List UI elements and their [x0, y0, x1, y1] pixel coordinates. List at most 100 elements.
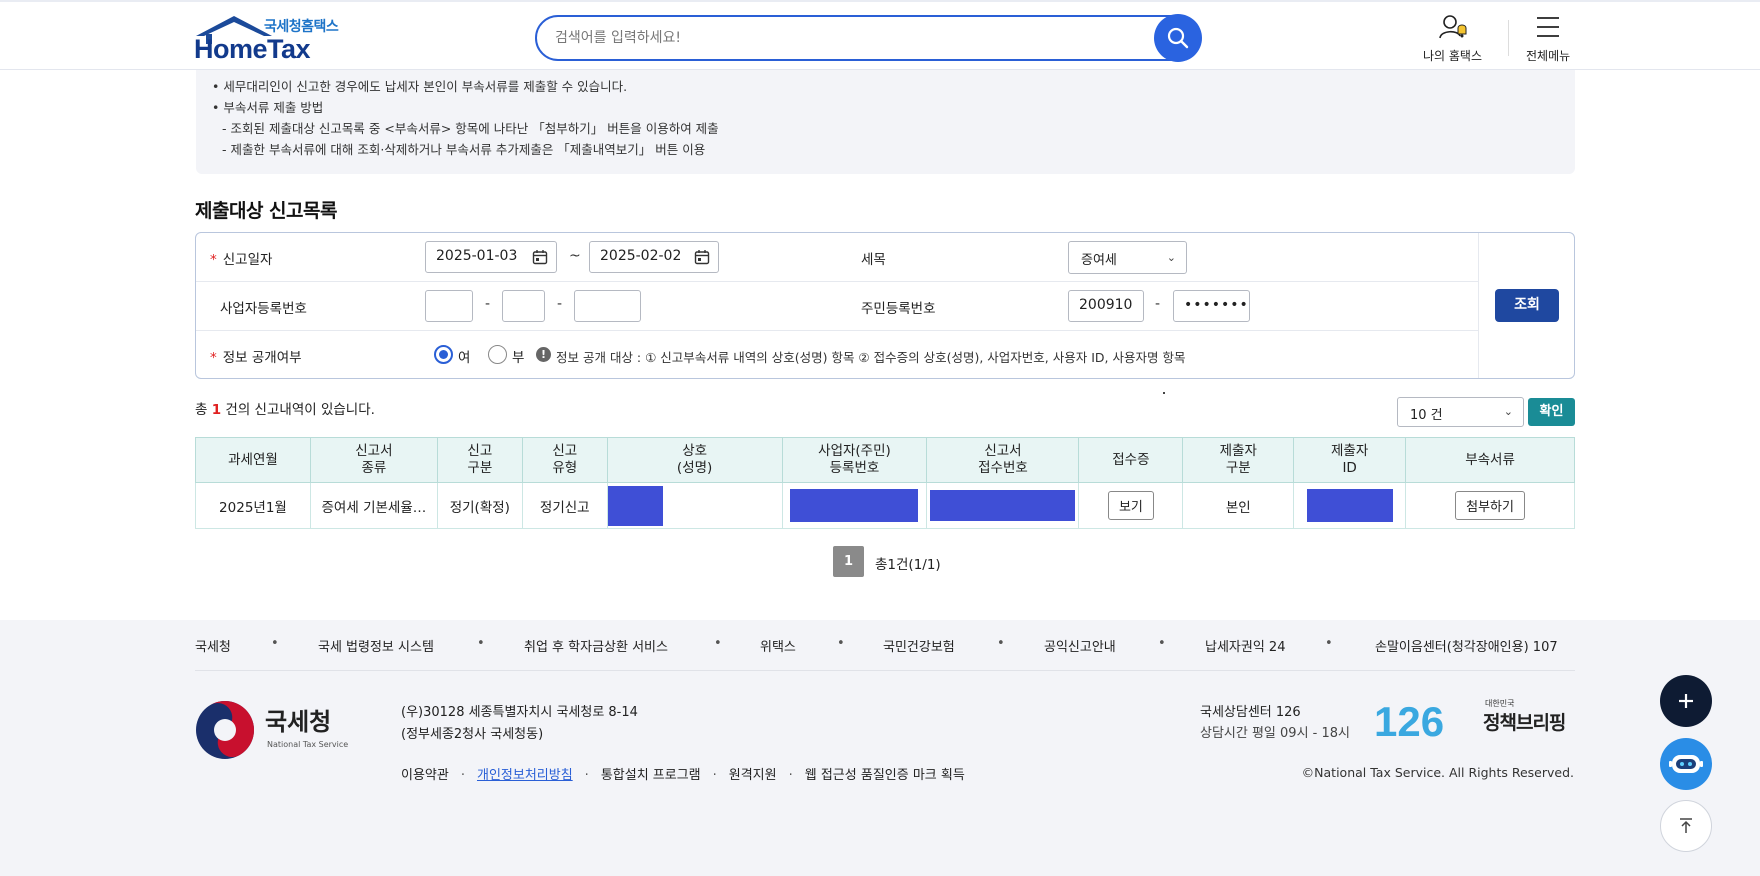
- footer-link[interactable]: 위택스: [760, 636, 796, 655]
- logo-big-text: HomeTax: [194, 34, 311, 64]
- search-input[interactable]: [555, 27, 1115, 49]
- privacy-link[interactable]: 개인정보처리방침: [477, 768, 573, 783]
- resident-no-separator: -: [1155, 296, 1161, 312]
- site-footer: 국세청 • 국세 법령정보 시스템 • 취업 후 학자금상환 서비스 • 위택스…: [0, 620, 1760, 876]
- copyright: ©National Tax Service. All Rights Reserv…: [1301, 765, 1574, 780]
- scroll-top-button[interactable]: [1660, 800, 1712, 852]
- view-receipt-button[interactable]: 보기: [1107, 491, 1154, 520]
- form-row-ids: 사업자등록번호 - - 주민등록번호 200910 - •••••••: [196, 282, 1478, 331]
- col-header-submitter-id: 제출자 ID: [1293, 437, 1407, 483]
- date-from-input[interactable]: 2025-01-03: [425, 241, 557, 273]
- footer-bottom-links: 이용약관 · 개인정보처리방침 · 통합설치 프로그램 · 원격지원 · 웹 접근성 품질인증 …: [401, 768, 965, 783]
- my-hometax-button[interactable]: 나의 홈택스: [1423, 14, 1482, 64]
- footer-link-separator: •: [837, 636, 845, 651]
- header-divider: [1508, 20, 1509, 56]
- cell-receipt: 보기: [1078, 482, 1184, 529]
- col-header-company-name: 상호 (성명): [606, 437, 783, 483]
- col-header-submitter-type: 제출자 구분: [1182, 437, 1295, 483]
- cell-period: 2025년1월: [195, 482, 311, 529]
- biz-no-part1-input[interactable]: [425, 290, 473, 322]
- footer-address: (우)30128 세종특별자치시 국세청로 8-14 (정부세종2청사 국세청동…: [401, 705, 638, 742]
- chevron-down-icon: ⌄: [1503, 405, 1513, 418]
- footer-link-separator: •: [1158, 636, 1166, 651]
- result-count: 총 1 건의 신고내역이 있습니다.: [195, 402, 375, 418]
- notice-line: - 제출한 부속서류에 대해 조회·삭제하거나 부속서류 추가제출은 「제출내역…: [222, 142, 706, 157]
- hometax-logo[interactable]: 국세청홈택스 HomeTax: [194, 14, 342, 64]
- page-button-current[interactable]: 1: [833, 546, 864, 577]
- footer-link[interactable]: 국민건강보험: [883, 636, 955, 655]
- page: 국세청홈택스 HomeTax 나의 홈택스: [0, 0, 1760, 876]
- nts-logo: 국세청 National Tax Service: [195, 700, 355, 760]
- search-bar: [535, 14, 1202, 62]
- footer-link-separator: •: [1325, 636, 1333, 651]
- cell-reg-no: [781, 482, 928, 529]
- cell-submitter-type: 본인: [1182, 482, 1295, 529]
- cell-report-class: 정기(확정): [436, 482, 523, 529]
- number-126-badge[interactable]: 126: [1372, 700, 1452, 740]
- accessibility-link[interactable]: 웹 접근성 품질인증 마크 획득: [805, 768, 965, 783]
- resident-no-front-input[interactable]: 200910: [1068, 290, 1144, 322]
- col-header-reg-no: 사업자(주민) 등록번호: [781, 437, 928, 483]
- report-table: 과세연월 신고서 종류 신고 구분 신고 유형 상호 (성명) 사업자(주민) 등록번호 …: [195, 437, 1575, 529]
- footer-link[interactable]: 손말이음센터(청각장애인용) 107: [1375, 636, 1558, 655]
- cell-report-type: 정기신고: [521, 482, 608, 529]
- notice-line: • 부속서류 제출 방법: [212, 100, 324, 115]
- calendar-icon[interactable]: [694, 249, 710, 265]
- all-menu-button[interactable]: 전체메뉴: [1526, 14, 1570, 64]
- date-label: * 신고일자: [210, 252, 273, 268]
- calendar-icon[interactable]: [532, 249, 548, 265]
- col-header-report-class: 신고 구분: [436, 437, 523, 483]
- footer-link[interactable]: 공익신고안내: [1044, 636, 1116, 655]
- biz-no-label: 사업자등록번호: [220, 301, 307, 317]
- my-hometax-label: 나의 홈택스: [1423, 49, 1483, 63]
- date-to-input[interactable]: 2025-02-02: [589, 241, 719, 273]
- page-size-select[interactable]: 10 건 ⌄: [1397, 397, 1524, 427]
- arrow-up-icon: [1680, 818, 1692, 833]
- install-link[interactable]: 통합설치 프로그램: [601, 768, 701, 783]
- col-header-period: 과세연월: [195, 437, 311, 483]
- footer-link[interactable]: 국세청: [195, 636, 231, 655]
- notice-box: • 세무대리인이 신고한 경우에도 납세자 본인이 부속서류를 제출할 수 있습…: [196, 70, 1575, 174]
- resident-no-back-input[interactable]: •••••••: [1173, 290, 1250, 322]
- all-menu-label: 전체메뉴: [1526, 49, 1571, 63]
- policy-briefing-logo[interactable]: 대한민국 정책브리핑: [1483, 698, 1573, 742]
- disclosure-no-radio[interactable]: [488, 345, 507, 364]
- svg-text:126: 126: [1374, 700, 1444, 740]
- notice-line: - 조회된 제출대상 신고목록 중 <부속서류> 항목에 나타난 「첨부하기」 …: [222, 121, 719, 136]
- nts-name: 국세청: [265, 708, 332, 736]
- footer-link[interactable]: 취업 후 학자금상환 서비스: [524, 636, 668, 655]
- terms-link[interactable]: 이용약관: [401, 768, 449, 783]
- search-icon: [1167, 27, 1189, 49]
- col-header-receipt: 접수증: [1078, 437, 1184, 483]
- remote-support-link[interactable]: 원격지원: [729, 768, 777, 783]
- redaction-block: [1306, 489, 1393, 522]
- tax-item-select[interactable]: 증여세 ⌄: [1068, 241, 1187, 274]
- footer-link[interactable]: 국세 법령정보 시스템: [318, 636, 434, 655]
- table-header-row: 과세연월 신고서 종류 신고 구분 신고 유형 상호 (성명) 사업자(주민) 등록번호 …: [195, 437, 1575, 483]
- search-button[interactable]: [1154, 14, 1202, 62]
- disclosure-yes-radio[interactable]: [434, 345, 453, 364]
- footer-link[interactable]: 납세자권익 24: [1205, 636, 1285, 655]
- cell-submitter-id: [1293, 482, 1407, 529]
- col-header-form-type: 신고서 종류: [309, 437, 438, 483]
- footer-link-separator: •: [271, 636, 279, 651]
- footer-link-separator: •: [714, 636, 722, 651]
- form-row-disclosure: * 정보 공개여부 여 부 ! 정보 공개 대상 : ① 신고부속서류 내역의 상…: [196, 331, 1478, 380]
- date-separator: ~: [569, 248, 581, 264]
- biz-no-separator: -: [557, 296, 563, 312]
- plus-fab-button[interactable]: [1660, 675, 1712, 727]
- redaction-block: [608, 485, 663, 526]
- disclosure-label: * 정보 공개여부: [210, 350, 302, 366]
- taegeuk-emblem-icon: [196, 701, 254, 759]
- consult-center: 국세상담센터 126 상담시간 평일 09시 - 18시: [1200, 705, 1350, 741]
- biz-no-part3-input[interactable]: [574, 290, 641, 322]
- search-submit-button[interactable]: 조회: [1495, 289, 1559, 322]
- biz-no-part2-input[interactable]: [502, 290, 545, 322]
- col-header-attachments: 부속서류: [1405, 437, 1575, 483]
- disclosure-yes-label: 여: [458, 350, 471, 366]
- chatbot-fab-button[interactable]: [1660, 738, 1712, 790]
- confirm-button[interactable]: 확인: [1528, 398, 1575, 426]
- nts-name-en: National Tax Service: [267, 740, 349, 749]
- attach-button[interactable]: 첨부하기: [1455, 491, 1525, 520]
- info-icon: !: [536, 347, 551, 362]
